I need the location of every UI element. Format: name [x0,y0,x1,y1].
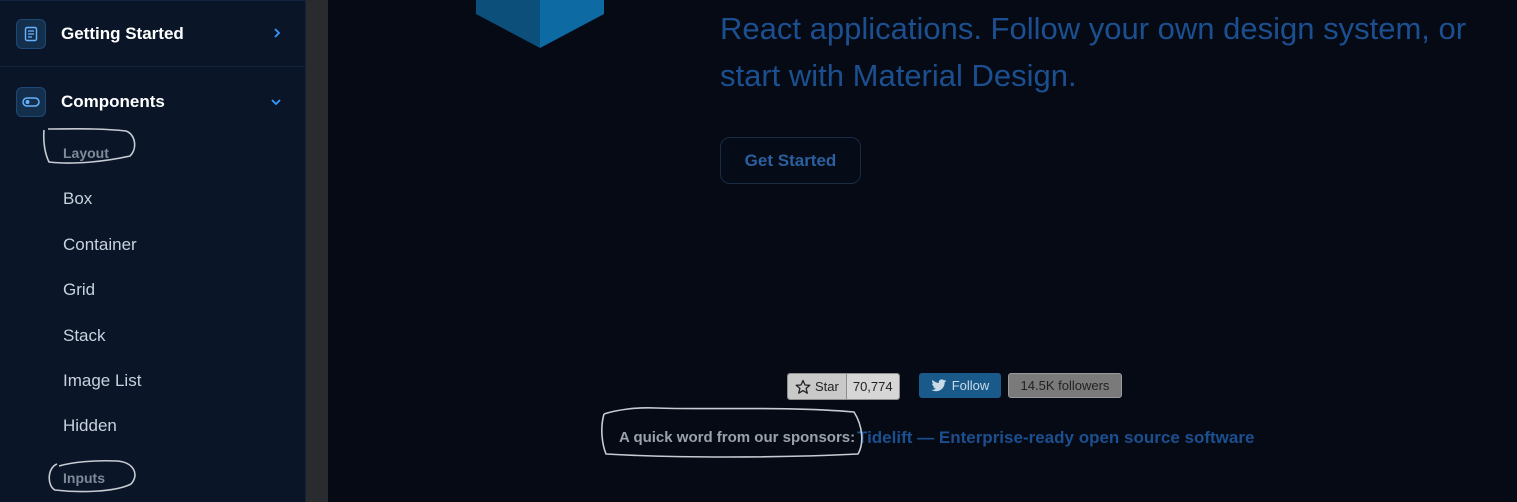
hero-line-2: start with Material Design. [720,58,1077,93]
sidebar-nav: Getting Started Components Layout Box Co… [0,0,306,502]
hero-description: React applications. Follow your own desi… [720,5,1500,99]
sidebar-subheader-layout: Layout [63,145,109,161]
twitter-follow-button[interactable]: Follow [919,373,1001,398]
sponsor-link-tidelift[interactable]: Tidelift — Enterprise-ready open source … [857,428,1254,448]
app-window: Getting Started Components Layout Box Co… [0,0,1517,502]
twitter-followers-count[interactable]: 14.5K followers [1008,373,1122,398]
star-button[interactable]: Star [788,374,847,399]
follow-label: Follow [951,378,990,393]
logo-cube-graphic [476,0,604,48]
hero-line-1: React applications. Follow your own desi… [720,11,1467,46]
star-count[interactable]: 70,774 [846,374,899,399]
sidebar-section-label: Getting Started [61,23,184,43]
sponsors-label: A quick word from our sponsors: [619,429,856,446]
main-content: React applications. Follow your own desi… [328,0,1517,502]
chevron-down-icon [270,95,282,109]
sidebar-item-image-list[interactable]: Image List [63,371,141,391]
get-started-button[interactable]: Get Started [720,137,861,184]
scroll-gutter [306,0,328,502]
star-label: Star [815,379,839,394]
sidebar-item-hidden[interactable]: Hidden [63,416,117,436]
document-icon [16,18,46,49]
twitter-bird-icon [931,378,947,391]
sidebar-section-label: Components [61,92,165,111]
sidebar-item-stack[interactable]: Stack [63,326,106,346]
sidebar-item-grid[interactable]: Grid [63,280,95,300]
toggle-icon [16,87,46,117]
github-star-badge[interactable]: Star 70,774 [787,373,900,400]
star-icon [795,379,811,394]
sidebar-section-components[interactable]: Components [0,80,305,124]
sidebar-item-box[interactable]: Box [63,189,92,209]
sidebar-item-container[interactable]: Container [63,235,137,255]
sidebar-section-getting-started[interactable]: Getting Started [0,0,305,67]
sidebar-subheader-inputs: Inputs [63,470,105,486]
chevron-right-icon [272,27,282,41]
